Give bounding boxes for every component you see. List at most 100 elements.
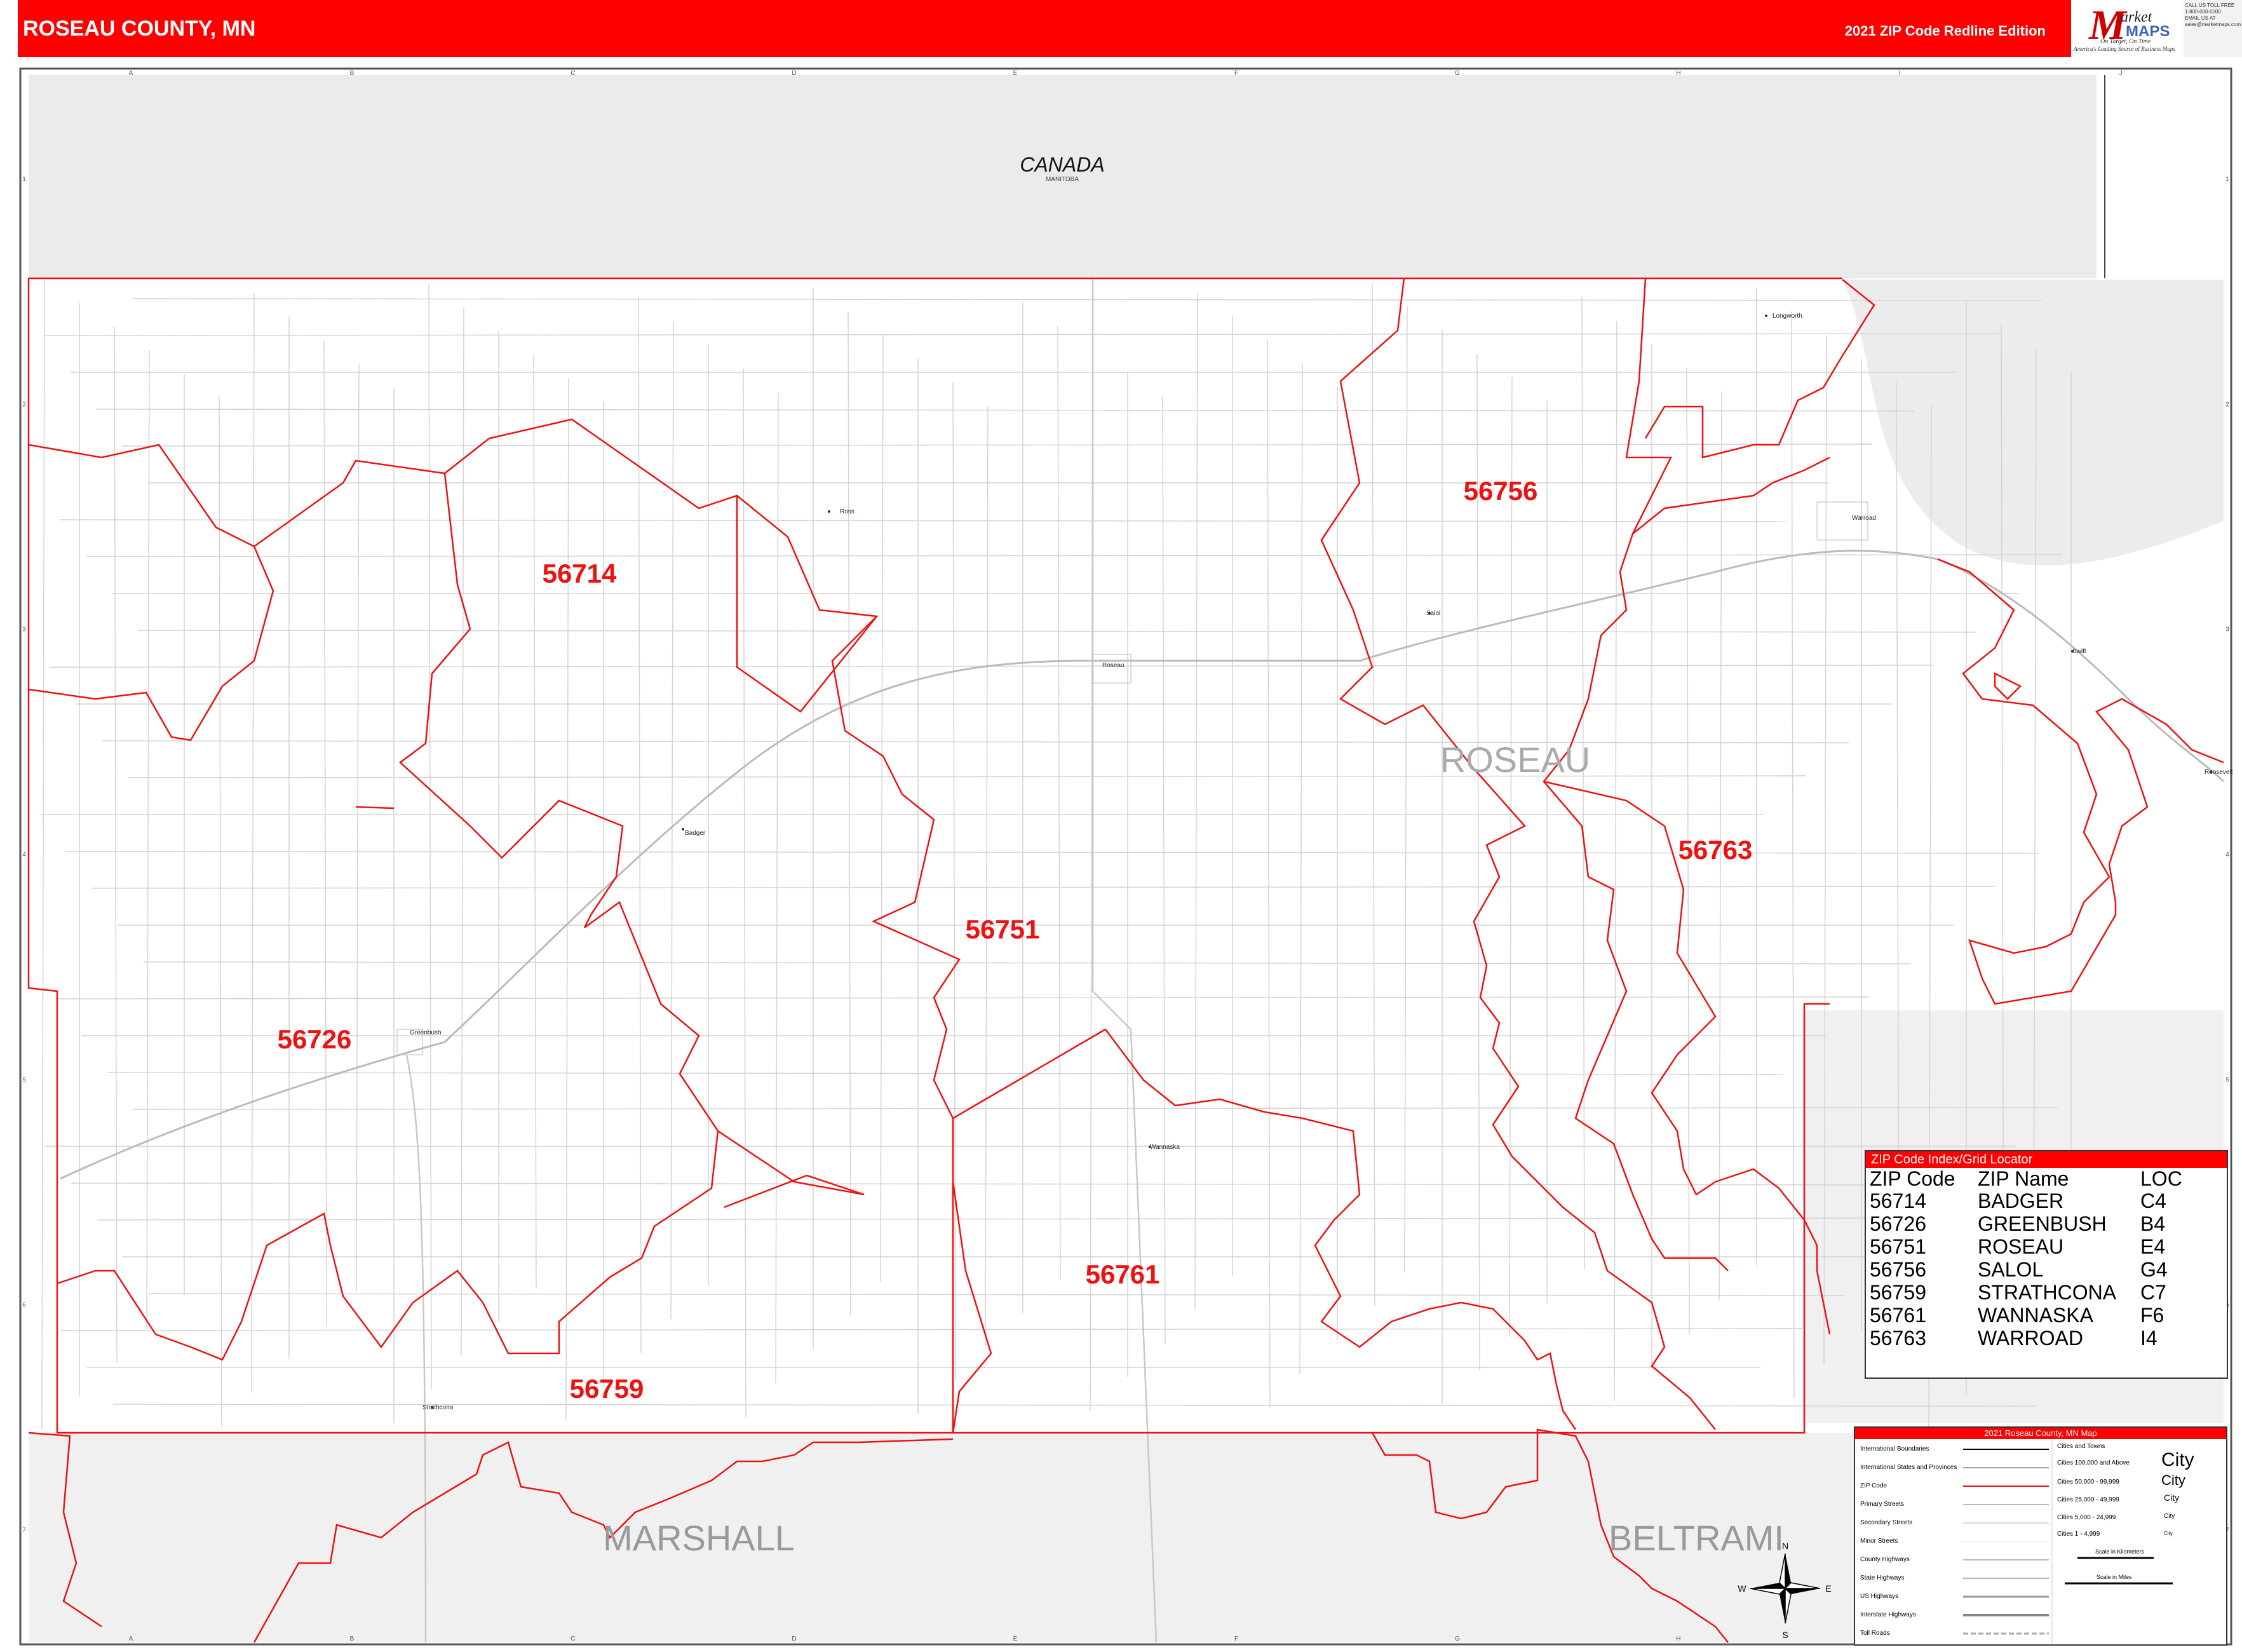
- grid-row-label: 4: [2225, 851, 2229, 858]
- zip-index-header-row: ZIP Code ZIP Name LOC: [1870, 1168, 2182, 1189]
- town-salol[interactable]: Salol: [1426, 610, 1440, 617]
- city-range: Cities 1 - 4,999: [2057, 1531, 2100, 1538]
- cell-name: GREENBUSH: [1978, 1212, 2107, 1235]
- table-row[interactable]: 56763 WARROAD I4: [1870, 1327, 2182, 1350]
- town-label: Badger: [685, 830, 706, 837]
- town-wannaska[interactable]: Wannaska: [1149, 1144, 1180, 1151]
- compass-w: W: [1738, 1583, 1746, 1594]
- cell-zip: 56756: [1870, 1258, 1926, 1281]
- zip-label-56761[interactable]: 56761: [1086, 1259, 1160, 1289]
- grid-col-label: C: [571, 70, 575, 77]
- col-zip-code: ZIP Code: [1870, 1167, 1955, 1190]
- table-row[interactable]: 56714 BADGER C4: [1870, 1189, 2182, 1212]
- grid-col-label: A: [129, 70, 133, 77]
- scale-km-label: Scale in Kilometers: [2095, 1548, 2145, 1555]
- grid-col-label: B: [350, 1635, 355, 1642]
- town-badger[interactable]: Badger: [682, 828, 706, 837]
- cell-zip: 56751: [1870, 1235, 1926, 1258]
- zip-label-56726[interactable]: 56726: [278, 1024, 352, 1054]
- cell-loc: B4: [2140, 1212, 2166, 1235]
- grid-col-label: G: [1455, 1635, 1460, 1642]
- compass-e: E: [1825, 1583, 1831, 1594]
- cell-zip: 56726: [1870, 1212, 1926, 1235]
- town-strathcona[interactable]: Strathcona: [422, 1404, 454, 1411]
- region-beltrami: BELTRAMI: [1609, 1518, 1784, 1558]
- town-swift[interactable]: Swift: [2071, 648, 2086, 655]
- cell-name: WARROAD: [1978, 1327, 2083, 1350]
- city-range: Cities 25,000 - 49,999: [2057, 1496, 2119, 1503]
- cell-zip: 56714: [1870, 1189, 1926, 1212]
- cities-heading: Cities and Towns: [2057, 1443, 2105, 1450]
- town-label: Strathcona: [422, 1404, 454, 1411]
- zip-label-56714[interactable]: 56714: [543, 559, 617, 588]
- cell-zip: 56759: [1870, 1281, 1926, 1304]
- col-zip-name: ZIP Name: [1978, 1167, 2069, 1190]
- city-sample: City: [2161, 1472, 2185, 1488]
- table-row[interactable]: 56726 GREENBUSH B4: [1870, 1212, 2182, 1235]
- grid-col-label: D: [792, 70, 796, 77]
- grid-row-label: 1: [2225, 176, 2229, 183]
- town-label: Ross: [840, 508, 854, 515]
- cell-loc: E4: [2140, 1235, 2166, 1258]
- table-row[interactable]: 56751 ROSEAU E4: [1870, 1235, 2182, 1258]
- zip-label-56763[interactable]: 56763: [1678, 835, 1753, 865]
- grid-row-label: 5: [22, 1076, 26, 1083]
- grid-row-label: 3: [22, 626, 26, 633]
- city-sample: City: [2161, 1449, 2194, 1470]
- map-canvas[interactable]: AABBCCDDEEFFGGHHIIJJ11223344556677 CANAD…: [0, 0, 2242, 1652]
- compass-n: N: [1782, 1541, 1788, 1551]
- grid-row-label: 5: [2225, 1076, 2229, 1083]
- table-row[interactable]: 56761 WANNASKA F6: [1870, 1304, 2182, 1327]
- zip-label-56759[interactable]: 56759: [570, 1374, 644, 1404]
- region-manitoba: MANITOBA: [1046, 176, 1079, 183]
- scale-mi-label: Scale in Miles: [2097, 1574, 2132, 1580]
- grid-row-label: 6: [22, 1302, 26, 1309]
- grid-row-label: 2: [2225, 401, 2229, 408]
- cell-loc: I4: [2140, 1327, 2158, 1350]
- zip-index-title: ZIP Code Index/Grid Locator: [1866, 1151, 2227, 1168]
- grid-col-label: B: [350, 70, 355, 77]
- cell-loc: C4: [2140, 1189, 2166, 1212]
- grid-col-label: E: [1013, 1635, 1018, 1642]
- cell-zip: 56761: [1870, 1304, 1926, 1327]
- cell-zip: 56763: [1870, 1327, 1926, 1350]
- table-row[interactable]: 56759 STRATHCONA C7: [1870, 1281, 2182, 1304]
- grid-col-label: H: [1676, 1635, 1680, 1642]
- grid-col-label: I: [1899, 70, 1901, 77]
- town-label: Salol: [1426, 610, 1440, 617]
- grid-row-label: 1: [22, 176, 26, 183]
- cell-name: WANNASKA: [1978, 1304, 2093, 1327]
- grid-col-label: H: [1676, 70, 1680, 77]
- grid-col-label: A: [129, 1635, 133, 1642]
- grid-col-label: F: [1234, 70, 1238, 77]
- city-sample: City: [2164, 1531, 2173, 1536]
- town-label: Greenbush: [410, 1029, 441, 1036]
- grid-col-label: G: [1455, 70, 1460, 77]
- grid-col-label: E: [1013, 70, 1018, 77]
- cell-name: ROSEAU: [1978, 1235, 2064, 1258]
- town-label: Swift: [2072, 648, 2086, 655]
- cell-loc: G4: [2140, 1258, 2168, 1281]
- grid-col-label: D: [792, 1635, 796, 1642]
- map-legend: 2021 Roseau County, MN Map International…: [1854, 1426, 2227, 1646]
- town-label: Wannaska: [1150, 1144, 1180, 1151]
- zip-label-56751[interactable]: 56751: [966, 914, 1040, 944]
- city-sample: City: [2164, 1493, 2180, 1503]
- zip-index-grid: ZIP Code ZIP Name LOC 56714 BADGER C4 5672…: [1870, 1168, 2182, 1350]
- town-label: Roseau: [1102, 662, 1124, 669]
- town-label: Longworth: [1773, 313, 1802, 320]
- town-label: Warroad: [1852, 515, 1876, 522]
- cell-name: SALOL: [1978, 1258, 2044, 1281]
- cell-loc: C7: [2140, 1281, 2166, 1304]
- grid-row-label: 3: [2225, 626, 2229, 633]
- city-range: Cities 5,000 - 24,999: [2057, 1514, 2116, 1521]
- zip-label-56756[interactable]: 56756: [1464, 476, 1538, 506]
- zip-index-table: ZIP Code Index/Grid Locator ZIP Code ZIP…: [1865, 1150, 2228, 1379]
- town-label: Roosevelt: [2205, 769, 2233, 776]
- table-row[interactable]: 56756 SALOL G4: [1870, 1258, 2182, 1281]
- town-roosevelt[interactable]: Roosevelt: [2205, 769, 2233, 776]
- cell-name: BADGER: [1978, 1189, 2064, 1212]
- grid-col-label: C: [571, 1635, 575, 1642]
- region-marshall: MARSHALL: [603, 1518, 795, 1558]
- city-range: Cities 100,000 and Above: [2057, 1459, 2130, 1466]
